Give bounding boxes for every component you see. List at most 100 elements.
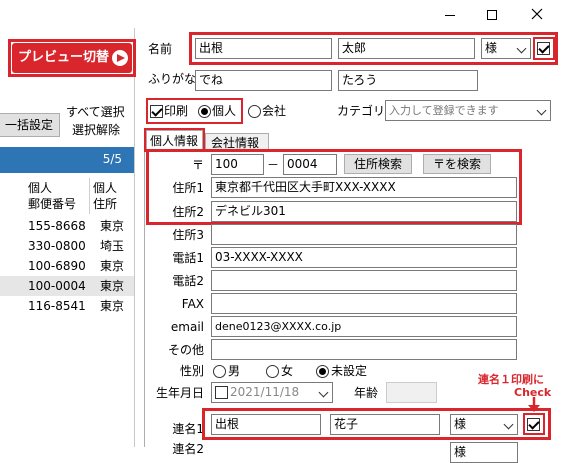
chevron-down-icon xyxy=(536,105,547,116)
address2-label: 住所2 xyxy=(172,205,204,219)
preview-toggle-label: プレビュー切替 xyxy=(18,50,110,65)
age-label: 年齢 xyxy=(354,386,379,400)
print-checkbox[interactable] xyxy=(150,105,163,118)
joint-name2-label: 連名2 xyxy=(172,442,204,456)
name-checkbox-highlight xyxy=(533,37,555,60)
phone1-field[interactable]: 03-XXXX-XXXX xyxy=(211,247,517,268)
row-zip: 330-0800 xyxy=(28,239,86,253)
name-label: 名前 xyxy=(148,42,173,56)
other-field[interactable] xyxy=(211,339,517,360)
maximize-icon xyxy=(487,10,497,20)
email-field[interactable]: dene0123@XXXX.co.jp xyxy=(211,316,517,337)
address3-label: 住所3 xyxy=(172,228,204,242)
postal-code-1[interactable]: 100 xyxy=(211,154,264,175)
row-zip: 116-8541 xyxy=(28,299,86,313)
postal-code-2[interactable]: 0004 xyxy=(283,154,337,175)
birthday-label: 生年月日 xyxy=(155,386,204,400)
age-field xyxy=(386,382,437,403)
joint2-honorific-value: 様 xyxy=(454,445,467,459)
joint-last-name-field[interactable]: 出根 xyxy=(211,414,321,435)
close-icon xyxy=(531,8,543,20)
category-label: カテゴリ xyxy=(337,104,386,118)
col-zip-header-1[interactable]: 個人 xyxy=(28,180,52,196)
birthday-picker[interactable]: 2021/11/18 xyxy=(211,382,333,403)
joint-first-name-field[interactable]: 花子 xyxy=(330,414,440,435)
table-row[interactable]: 155-8668 東京 xyxy=(0,216,134,236)
row-addr: 東京 xyxy=(100,219,125,233)
last-name-field[interactable]: 出根 xyxy=(195,38,332,59)
joint-name1-label: 連名1 xyxy=(172,422,204,436)
birthday-enable-checkbox[interactable] xyxy=(215,386,228,399)
furigana-last-field[interactable]: でね xyxy=(195,70,332,91)
bulk-settings-button[interactable]: 一括設定 xyxy=(0,113,60,137)
table-row[interactable]: 116-8541 東京 xyxy=(0,296,134,316)
gender-male-radio[interactable] xyxy=(213,365,226,378)
gender-label: 性別 xyxy=(179,364,204,378)
maximize-button[interactable] xyxy=(478,2,508,28)
birthday-value: 2021/11/18 xyxy=(230,385,300,399)
joint-honorific-select[interactable]: 様 xyxy=(450,414,518,435)
col-addr-header-1[interactable]: 個人 xyxy=(93,180,117,196)
individual-radio[interactable] xyxy=(198,105,211,118)
address2-field[interactable]: デネビル301 xyxy=(211,201,517,222)
row-zip: 100-6890 xyxy=(28,259,86,273)
chevron-down-icon xyxy=(318,387,329,398)
honorific-select[interactable]: 様 xyxy=(481,38,531,59)
search-address-label: 住所検索 xyxy=(353,157,402,171)
gender-unset-radio[interactable] xyxy=(316,365,329,378)
company-radio[interactable] xyxy=(248,105,261,118)
furigana-first-field[interactable]: たろう xyxy=(338,70,478,91)
play-circle-icon xyxy=(112,50,128,66)
chevron-down-icon xyxy=(503,419,514,430)
table-row[interactable]: 100-6890 東京 xyxy=(0,256,134,276)
annotation-line1: 連名１印刷に xyxy=(478,373,544,386)
honorific-value: 様 xyxy=(485,41,498,55)
joint2-honorific-select[interactable]: 様 xyxy=(450,442,518,463)
email-label: email xyxy=(170,320,204,334)
address3-field[interactable] xyxy=(211,224,517,245)
deselect-link[interactable]: 選択解除 xyxy=(72,122,120,138)
gender-unset-label: 未設定 xyxy=(331,364,368,378)
joint-checkbox-highlight xyxy=(523,413,545,435)
address1-field[interactable]: 東京都千代田区大手町XXX-XXXX xyxy=(211,177,517,198)
individual-label: 個人 xyxy=(212,104,237,118)
other-label: その他 xyxy=(167,343,204,357)
minimize-button[interactable] xyxy=(435,2,465,28)
chevron-down-icon xyxy=(516,43,527,54)
col-zip-header-2[interactable]: 郵便番号 xyxy=(28,196,76,212)
postal-label: 〒 xyxy=(191,158,204,172)
row-addr: 埼玉 xyxy=(100,239,125,253)
col-addr-header-2[interactable]: 住所 xyxy=(93,196,117,212)
row-addr: 東京 xyxy=(100,259,125,273)
print-label: 印刷 xyxy=(164,104,189,118)
postal-dash: － xyxy=(267,158,280,172)
first-name-field[interactable]: 太郎 xyxy=(338,38,475,59)
list-count: 5/5 xyxy=(102,152,122,166)
fax-label: FAX xyxy=(181,297,204,311)
table-row[interactable]: 330-0800 埼玉 xyxy=(0,236,134,256)
phone1-label: 電話1 xyxy=(172,251,204,265)
phone2-field[interactable] xyxy=(211,270,517,291)
gender-female-radio[interactable] xyxy=(266,365,279,378)
search-postal-label: 〒を検索 xyxy=(432,157,481,171)
select-all-link[interactable]: すべて選択 xyxy=(66,104,125,120)
phone2-label: 電話2 xyxy=(172,274,204,288)
col-divider xyxy=(89,178,90,214)
list-count-bar: 5/5 xyxy=(0,147,134,173)
preview-toggle-button[interactable]: プレビュー切替 xyxy=(12,43,132,73)
address1-label: 住所1 xyxy=(172,181,204,195)
left-panel-divider xyxy=(134,28,135,447)
fax-field[interactable] xyxy=(211,293,517,314)
category-select[interactable]: 入力して登録できます xyxy=(385,100,551,121)
joint-honorific-value: 様 xyxy=(454,417,467,431)
category-placeholder: 入力して登録できます xyxy=(389,104,499,117)
search-postal-button[interactable]: 〒を検索 xyxy=(423,154,491,174)
close-button[interactable] xyxy=(522,2,552,28)
search-address-button[interactable]: 住所検索 xyxy=(344,154,412,174)
furigana-label: ふりがな xyxy=(148,72,197,86)
table-row-selected[interactable]: 100-0004 東京 xyxy=(0,276,134,296)
company-label: 会社 xyxy=(262,104,287,118)
row-addr: 東京 xyxy=(100,299,125,313)
gender-female-label: 女 xyxy=(281,364,294,378)
row-addr: 東京 xyxy=(100,279,125,293)
